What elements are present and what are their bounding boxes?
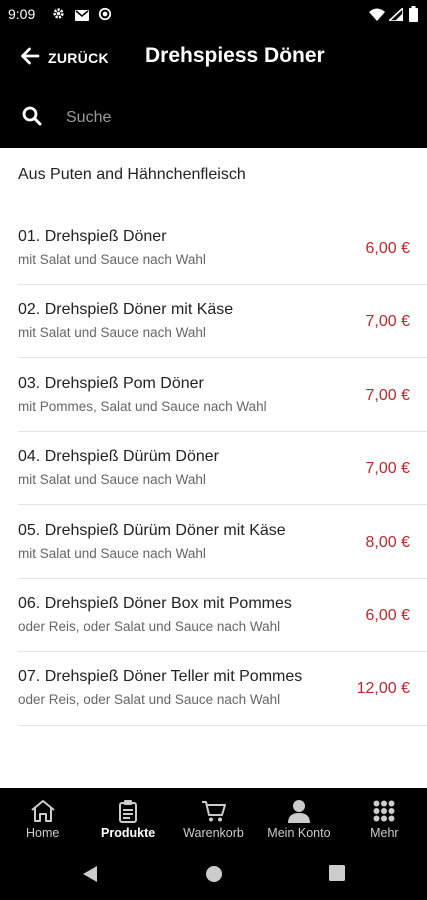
settings-icon (52, 7, 65, 25)
item-name: 01. Drehspieß Döner (18, 228, 167, 245)
system-navigation-bar (0, 848, 427, 900)
item-name: 07. Drehspieß Döner Teller mit Pommes (18, 668, 303, 685)
nav-label: Home (26, 826, 60, 840)
list-item[interactable]: 07. Drehspieß Döner Teller mit Pommes od… (0, 668, 427, 741)
system-home-icon[interactable] (205, 865, 223, 888)
divider (18, 284, 427, 285)
divider (18, 357, 427, 358)
sync-settings-icon (98, 7, 112, 26)
divider (18, 651, 427, 652)
divider (18, 725, 427, 726)
status-time: 9:09 (8, 6, 36, 22)
nav-label: Mehr (370, 826, 399, 840)
item-name: 06. Drehspieß Döner Box mit Pommes (18, 595, 292, 612)
list-item[interactable]: 05. Drehspieß Dürüm Döner mit Käse mit S… (0, 522, 427, 595)
item-name: 05. Drehspieß Dürüm Döner mit Käse (18, 522, 286, 539)
nav-label: Warenkorb (183, 826, 244, 840)
nav-products[interactable]: Produkte (85, 788, 170, 848)
cellular-signal-icon (386, 6, 404, 26)
nav-label: Mein Konto (267, 826, 331, 840)
item-description: mit Salat und Sauce nach Wahl (18, 325, 206, 340)
page-title: Drehspiess Döner (145, 44, 325, 67)
item-description: oder Reis, oder Salat und Sauce nach Wah… (18, 619, 281, 634)
mail-icon (75, 8, 89, 26)
category-title: Aus Puten and Hähnchenfleisch (18, 166, 246, 183)
search-icon (22, 106, 42, 131)
cart-icon (201, 799, 227, 823)
search-bar (22, 106, 402, 130)
item-price: 7,00 € (365, 460, 410, 477)
arrow-left-icon (20, 47, 40, 70)
list-item[interactable]: 03. Drehspieß Pom Döner mit Pommes, Sala… (0, 375, 427, 448)
item-price: 12,00 € (356, 680, 410, 697)
item-price: 6,00 € (365, 607, 410, 624)
app-header: ZURÜCK Drehspiess Döner (0, 30, 427, 148)
list-item[interactable]: 06. Drehspieß Döner Box mit Pommes oder … (0, 595, 427, 668)
list-item[interactable]: 01. Drehspieß Döner mit Salat und Sauce … (0, 228, 427, 301)
home-icon (30, 799, 56, 823)
item-description: mit Salat und Sauce nach Wahl (18, 252, 206, 267)
item-price: 8,00 € (365, 534, 410, 551)
nav-label: Produkte (101, 826, 156, 840)
more-grid-icon (373, 799, 395, 823)
list-item[interactable]: 04. Drehspieß Dürüm Döner mit Salat und … (0, 448, 427, 521)
divider (18, 578, 427, 579)
item-description: mit Salat und Sauce nach Wahl (18, 546, 206, 561)
nav-more[interactable]: Mehr (342, 788, 427, 848)
item-price: 7,00 € (365, 387, 410, 404)
item-price: 6,00 € (365, 240, 410, 257)
bottom-navigation: Home Produkte Warenkorb Mein Konto Mehr (0, 788, 427, 848)
item-name: 04. Drehspieß Dürüm Döner (18, 448, 219, 465)
system-recents-icon[interactable] (329, 865, 345, 886)
nav-account[interactable]: Mein Konto (256, 788, 341, 848)
divider (18, 504, 427, 505)
nav-home[interactable]: Home (0, 788, 85, 848)
item-description: mit Salat und Sauce nach Wahl (18, 472, 206, 487)
item-price: 7,00 € (365, 313, 410, 330)
item-description: oder Reis, oder Salat und Sauce nach Wah… (18, 692, 281, 707)
account-icon (287, 799, 311, 823)
battery-icon (409, 6, 418, 27)
back-label: ZURÜCK (48, 50, 109, 66)
back-button[interactable]: ZURÜCK (20, 46, 109, 70)
system-back-icon[interactable] (82, 865, 98, 888)
products-icon (118, 799, 138, 823)
search-input[interactable] (66, 109, 366, 127)
nav-cart[interactable]: Warenkorb (171, 788, 256, 848)
status-bar: 9:09 (0, 0, 427, 30)
list-item[interactable]: 02. Drehspieß Döner mit Käse mit Salat u… (0, 301, 427, 374)
divider (18, 431, 427, 432)
item-name: 03. Drehspieß Pom Döner (18, 375, 204, 392)
item-description: mit Pommes, Salat und Sauce nach Wahl (18, 399, 267, 414)
wifi-icon (369, 8, 385, 26)
item-name: 02. Drehspieß Döner mit Käse (18, 301, 234, 318)
